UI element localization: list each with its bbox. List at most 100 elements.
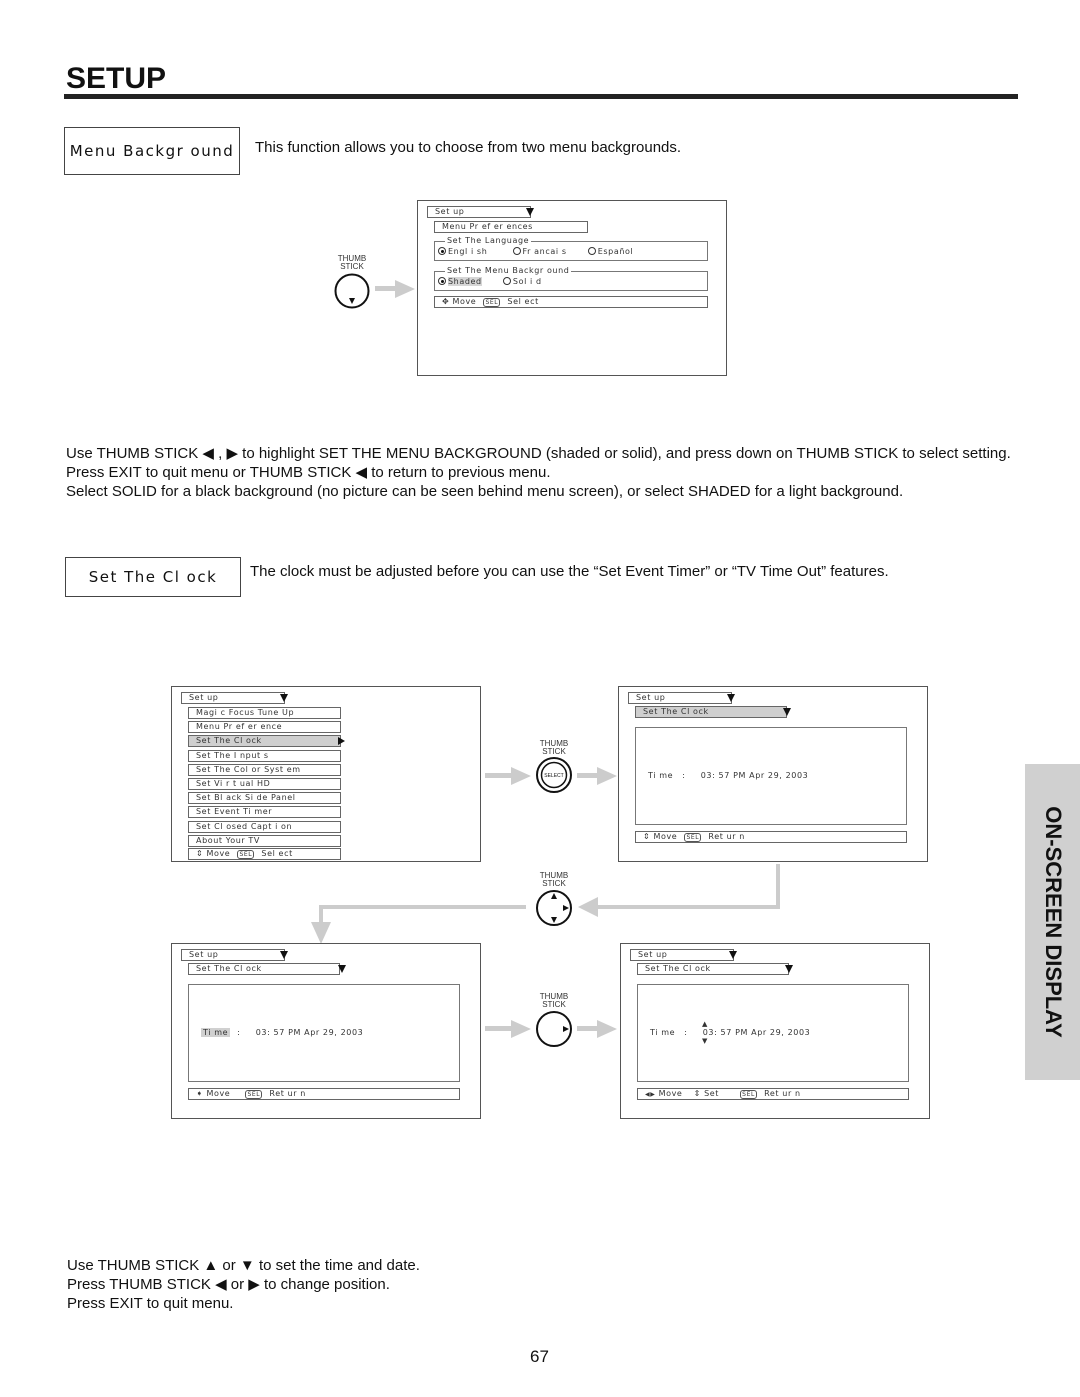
- language-option-francais[interactable]: Fr ancai s: [512, 247, 567, 256]
- set-clock-label-box: Set The Cl ock: [65, 557, 241, 597]
- setup-dropdown-label: Set up: [189, 950, 219, 959]
- menu-item[interactable]: Set Bl ack Si de Panel: [188, 792, 341, 805]
- screen-footer: ✥ Move SEL Sel ect: [434, 296, 708, 308]
- sel-button-icon: SEL: [237, 850, 255, 859]
- setup-dropdown[interactable]: Set up: [181, 692, 285, 704]
- time-label: Ti me: [648, 771, 674, 780]
- time-panel: Ti me : 03: 57 PM Apr 29, 2003: [188, 984, 460, 1082]
- menu-background-instructions: Use THUMB STICK ◀ , ▶ to highlight SET T…: [66, 444, 1026, 501]
- menu-item[interactable]: Set Event Ti mer: [188, 806, 341, 819]
- menu-item[interactable]: Set The Cl ock: [188, 735, 341, 748]
- setup-dropdown-label: Set up: [636, 693, 666, 702]
- setup-dropdown-label: Set up: [435, 207, 465, 216]
- footer-move-label: Move: [452, 297, 477, 306]
- setup-dropdown[interactable]: Set up: [427, 206, 531, 218]
- thumbstick-right-icon: [536, 1011, 572, 1047]
- time-label: Ti me: [650, 1028, 676, 1037]
- background-option-label: Sol i d: [512, 277, 542, 286]
- thumbstick-label-line2: STICK: [340, 262, 364, 271]
- instruction-line: Press EXIT to quit menu or THUMB STICK ◀…: [66, 464, 551, 481]
- footer-action-label: Ret ur n: [764, 1089, 801, 1098]
- background-option-solid[interactable]: Sol i d: [502, 277, 542, 286]
- background-group-legend: Set The Menu Backgr ound: [445, 266, 572, 275]
- setup-dropdown-label: Set up: [638, 950, 668, 959]
- menu-item[interactable]: Set Vi r t ual HD: [188, 778, 341, 790]
- dropdown-arrow-icon: [727, 694, 735, 702]
- radio-selected-icon: [438, 247, 446, 255]
- menu-item[interactable]: Set The Col or Syst em: [188, 763, 341, 776]
- thumbstick-down-icon: [334, 273, 370, 309]
- menu-preferences-screen: Set up Menu Pr ef er ences Set The Langu…: [417, 200, 727, 376]
- submenu-label: Menu Pr ef er ences: [442, 222, 533, 231]
- footer-move-label: Move: [658, 1089, 683, 1098]
- setup-dropdown[interactable]: Set up: [628, 692, 732, 704]
- setup-dropdown[interactable]: Set up: [181, 949, 285, 961]
- submenu-set-clock[interactable]: Set The Cl ock: [188, 963, 340, 975]
- instruction-line: Press THUMB STICK ◀ or ▶ to change posit…: [67, 1276, 390, 1293]
- side-tab-label: ON-SCREEN DISPLAY: [1040, 806, 1066, 1038]
- background-option-label: Shaded: [448, 277, 482, 286]
- radio-icon: [587, 247, 596, 255]
- set-updown-icon: ⇕: [693, 1089, 701, 1098]
- setup-dropdown[interactable]: Set up: [630, 949, 734, 961]
- setup-dropdown-label: Set up: [189, 693, 219, 702]
- screen-footer: ➧ Move SEL Ret ur n: [188, 1088, 460, 1100]
- menu-item[interactable]: Menu Pr ef er ence: [188, 721, 341, 734]
- page-number: 67: [530, 1347, 549, 1366]
- sel-button-icon: SEL: [740, 1090, 757, 1099]
- menu-background-description: This function allows you to choose from …: [255, 139, 682, 156]
- menu-item-label: Set The I nput s: [196, 750, 269, 760]
- menu-item-label: Menu Pr ef er ence: [196, 722, 283, 732]
- dropdown-arrow-icon: [280, 694, 288, 702]
- language-option-label: Engl i sh: [448, 247, 488, 256]
- footer-action-label: Ret ur n: [269, 1089, 306, 1098]
- screen-footer: ⇕ Move SEL Sel ect: [188, 848, 341, 860]
- dropdown-arrow-icon: [526, 208, 534, 216]
- language-group: Set The Language Engl i sh Fr ancai s Es…: [434, 236, 708, 261]
- background-option-shaded[interactable]: Shaded: [438, 277, 482, 286]
- set-clock-label: Set The Cl ock: [88, 568, 218, 586]
- thumbstick-label-line2: STICK: [542, 1000, 566, 1009]
- menu-item[interactable]: Magi c Focus Tune Up: [188, 707, 341, 719]
- sel-button-icon: SEL: [483, 298, 501, 307]
- dropdown-arrow-icon: [785, 965, 793, 973]
- menu-item[interactable]: Set Cl osed Capt i on: [188, 820, 341, 833]
- set-clock-instructions: Use THUMB STICK ▲ or ▼ to set the time a…: [67, 1256, 667, 1313]
- menu-item-label: Set Cl osed Capt i on: [196, 821, 293, 831]
- language-option-espanol[interactable]: Español: [587, 247, 634, 256]
- submenu-label: Set The Cl ock: [643, 707, 709, 716]
- time-value[interactable]: 03: 57 PM Apr 29, 2003: [703, 1028, 811, 1037]
- instruction-line: Press EXIT to quit menu.: [67, 1295, 234, 1312]
- thumbstick-label-line2: STICK: [542, 747, 566, 756]
- submenu-set-clock[interactable]: Set The Cl ock: [637, 963, 789, 975]
- screen-footer: ⇕ Move SEL Ret ur n: [635, 831, 907, 843]
- menu-item-label: Set Vi r t ual HD: [196, 779, 271, 788]
- time-value[interactable]: 03: 57 PM Apr 29, 2003: [256, 1028, 364, 1037]
- dropdown-arrow-icon: [338, 965, 346, 973]
- thumbstick-label-line2: STICK: [542, 879, 566, 888]
- instruction-line: Select SOLID for a black background (no …: [66, 483, 904, 500]
- time-value[interactable]: 03: 57 PM Apr 29, 2003: [701, 771, 809, 780]
- instruction-line: Use THUMB STICK ◀ , ▶ to highlight SET T…: [66, 445, 1011, 462]
- menu-item-label: Set Bl ack Si de Panel: [196, 793, 296, 803]
- submenu-set-clock[interactable]: Set The Cl ock: [635, 706, 787, 718]
- background-group: Set The Menu Backgr ound Shaded Sol i d: [434, 266, 708, 291]
- time-label-highlighted[interactable]: Ti me: [201, 1028, 231, 1037]
- thumbstick-4way-icon: [536, 890, 572, 926]
- footer-move-label: Move: [653, 832, 678, 841]
- increment-arrow-icon[interactable]: ▲: [702, 1020, 708, 1028]
- submenu-menu-preferences[interactable]: Menu Pr ef er ences: [434, 221, 588, 233]
- set-clock-description: The clock must be adjusted before you ca…: [250, 563, 889, 580]
- menu-item[interactable]: About Your TV: [188, 834, 341, 847]
- move-4way-icon: ✥: [442, 297, 450, 306]
- instruction-line: Use THUMB STICK ▲ or ▼ to set the time a…: [67, 1257, 420, 1274]
- menu-item-label: Set Event Ti mer: [196, 807, 273, 817]
- language-option-english[interactable]: Engl i sh: [438, 247, 487, 256]
- language-option-label: Fr ancai s: [522, 247, 567, 256]
- radio-icon: [512, 247, 521, 255]
- menu-background-label: Menu Backgr ound: [69, 142, 235, 160]
- footer-action-label: Sel ect: [507, 297, 539, 306]
- menu-item[interactable]: Set The I nput s: [188, 749, 341, 762]
- decrement-arrow-icon[interactable]: ▼: [702, 1037, 708, 1045]
- menu-item-label: About Your TV: [196, 835, 260, 845]
